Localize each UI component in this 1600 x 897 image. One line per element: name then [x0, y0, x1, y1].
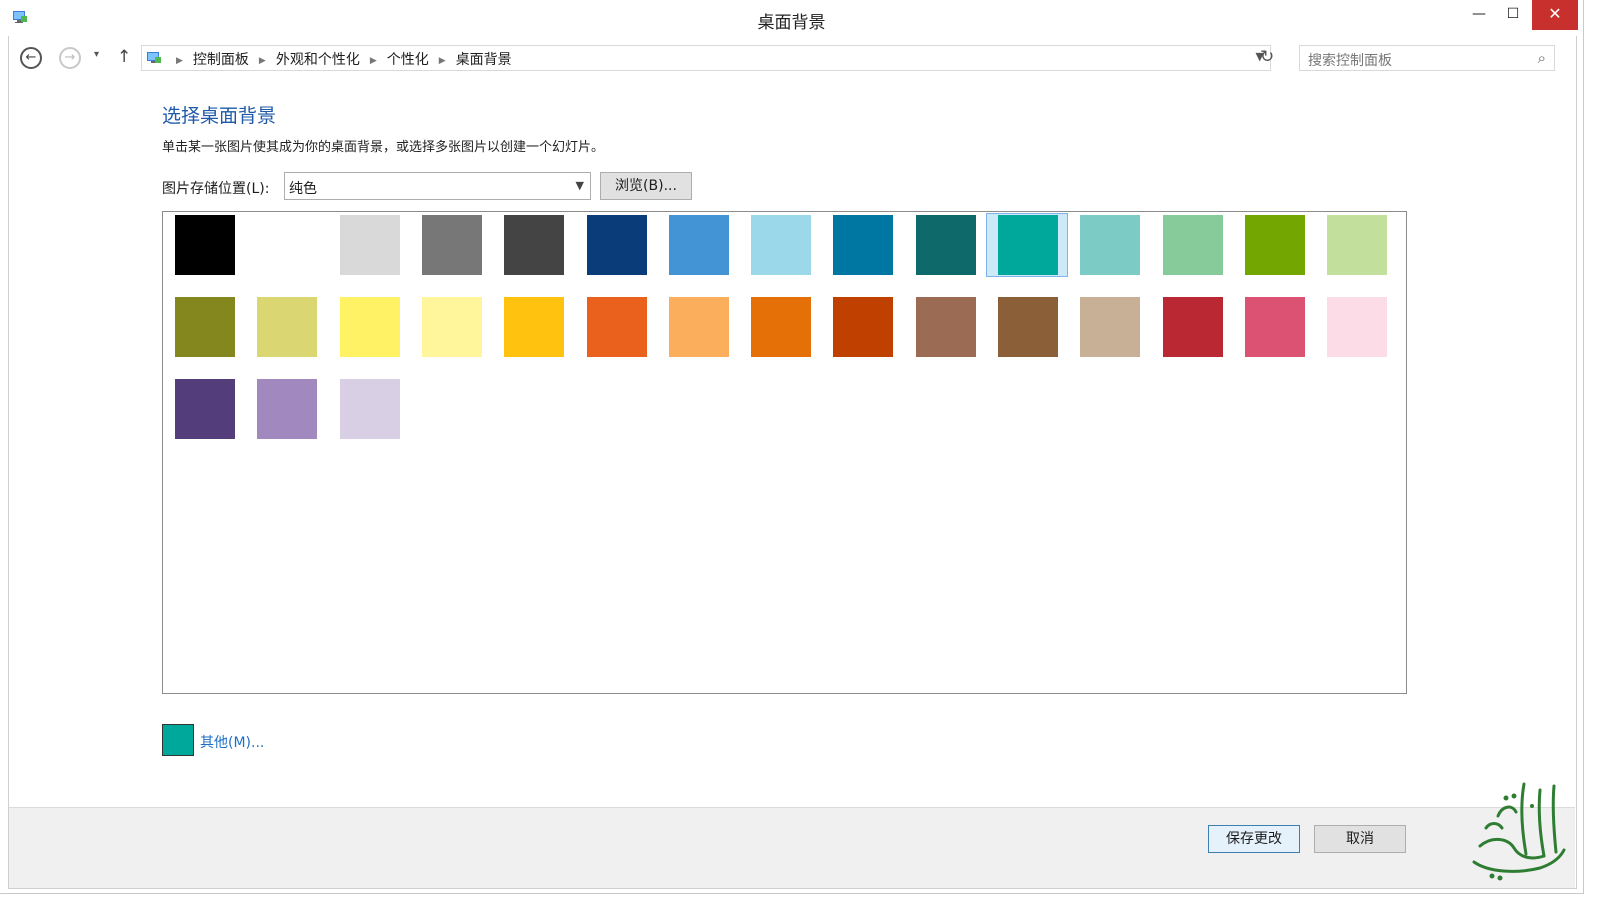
color-swatch[interactable] — [257, 215, 317, 275]
chevron-down-icon: ▼ — [575, 179, 584, 192]
color-swatch[interactable] — [257, 379, 317, 439]
breadcrumb-personalization[interactable]: 个性化 — [387, 52, 429, 68]
address-row: ← → ▾ ↑ ▶ 控制面板 ▶ 外观和个性化 ▶ 个性化 ▶ 桌面背景 ▼ ↻ 搜索控制面板… — [8, 36, 1575, 80]
minimize-button[interactable]: — — [1464, 0, 1494, 30]
chevron-right-icon[interactable]: ▶ — [370, 56, 377, 66]
window-title: 桌面背景 — [757, 13, 826, 33]
search-placeholder: 搜索控制面板 — [1308, 53, 1392, 69]
breadcrumb-desktop-background[interactable]: 桌面背景 — [456, 52, 512, 68]
window: 桌面背景 — ☐ ✕ ← → ▾ ↑ ▶ 控制面板 ▶ 外观和个性化 ▶ 个性化 ▶ 桌面背景… — [0, 0, 1584, 894]
chevron-right-icon[interactable]: ▶ — [176, 56, 183, 66]
close-button[interactable]: ✕ — [1532, 0, 1578, 30]
color-swatch[interactable] — [1163, 215, 1223, 275]
color-swatch[interactable] — [998, 297, 1058, 357]
color-swatch[interactable] — [1163, 297, 1223, 357]
color-swatch[interactable] — [916, 215, 976, 275]
control-panel-icon — [147, 52, 161, 63]
color-swatch[interactable] — [1080, 297, 1140, 357]
other-color-link[interactable]: 其他(M)... — [200, 732, 264, 752]
color-swatch[interactable] — [587, 297, 647, 357]
save-changes-button[interactable]: 保存更改 — [1208, 825, 1300, 853]
color-swatch[interactable] — [833, 215, 893, 275]
color-swatch[interactable] — [504, 215, 564, 275]
chevron-right-icon[interactable]: ▶ — [439, 56, 446, 66]
location-value: 纯色 — [289, 181, 317, 197]
color-swatch[interactable] — [669, 215, 729, 275]
browse-button[interactable]: 浏览(B)... — [600, 172, 692, 200]
color-swatch[interactable] — [833, 297, 893, 357]
search-icon[interactable]: ⌕ — [1538, 49, 1546, 67]
color-swatch[interactable] — [1327, 215, 1387, 275]
color-swatch[interactable] — [175, 379, 235, 439]
color-swatch[interactable] — [669, 297, 729, 357]
color-swatch[interactable] — [340, 215, 400, 275]
color-swatch[interactable] — [998, 215, 1058, 275]
location-label: 图片存储位置(L): — [162, 181, 270, 197]
color-swatch[interactable] — [422, 215, 482, 275]
color-swatch[interactable] — [751, 215, 811, 275]
color-swatch[interactable] — [175, 215, 235, 275]
color-swatch[interactable] — [587, 215, 647, 275]
title-bar: 桌面背景 — ☐ ✕ — [0, 0, 1583, 36]
color-swatch[interactable] — [1245, 215, 1305, 275]
color-swatch[interactable] — [340, 379, 400, 439]
page-title: 选择桌面背景 — [162, 105, 277, 127]
color-swatch[interactable] — [257, 297, 317, 357]
page-description: 单击某一张图片使其成为你的桌面背景，或选择多张图片以创建一个幻灯片。 — [162, 140, 605, 155]
color-swatch[interactable] — [340, 297, 400, 357]
breadcrumb-appearance[interactable]: 外观和个性化 — [276, 52, 360, 68]
color-swatch[interactable] — [916, 297, 976, 357]
color-swatch[interactable] — [422, 297, 482, 357]
color-swatch[interactable] — [504, 297, 564, 357]
recent-locations-dropdown[interactable]: ▾ — [94, 49, 99, 60]
color-swatch[interactable] — [175, 297, 235, 357]
forward-button[interactable]: → — [59, 47, 81, 69]
refresh-button[interactable]: ↻ — [1260, 47, 1274, 67]
chevron-right-icon[interactable]: ▶ — [259, 56, 266, 66]
color-swatch[interactable] — [1327, 297, 1387, 357]
back-button[interactable]: ← — [20, 47, 42, 69]
address-bar[interactable]: ▶ 控制面板 ▶ 外观和个性化 ▶ 个性化 ▶ 桌面背景 ▼ — [141, 45, 1271, 71]
cancel-button[interactable]: 取消 — [1314, 825, 1406, 853]
breadcrumb-control-panel[interactable]: 控制面板 — [193, 52, 249, 68]
maximize-button[interactable]: ☐ — [1494, 0, 1532, 30]
calligraphy-watermark — [1472, 782, 1566, 881]
up-button[interactable]: ↑ — [117, 47, 131, 67]
current-color-swatch[interactable] — [162, 724, 194, 756]
color-swatch[interactable] — [1080, 215, 1140, 275]
breadcrumb: ▶ 控制面板 ▶ 外观和个性化 ▶ 个性化 ▶ 桌面背景 — [166, 49, 512, 69]
search-input[interactable]: 搜索控制面板 ⌕ — [1299, 45, 1555, 71]
color-swatch[interactable] — [1245, 297, 1305, 357]
color-gallery — [162, 211, 1407, 694]
location-select[interactable]: 纯色 ▼ — [284, 172, 591, 200]
color-swatch[interactable] — [751, 297, 811, 357]
